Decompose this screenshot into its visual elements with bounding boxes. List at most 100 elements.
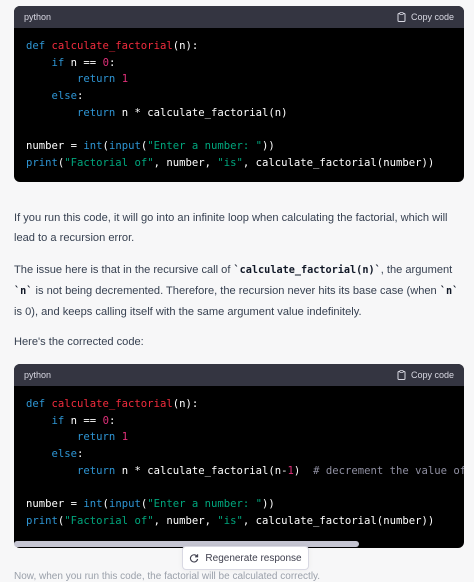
code-line: else: bbox=[26, 88, 452, 105]
paragraph-text: Here's the corrected code: bbox=[14, 336, 144, 348]
paragraph-text: The issue here is that in the recursive … bbox=[14, 264, 234, 276]
inline-code: `n` bbox=[439, 286, 459, 297]
code-token: n == bbox=[64, 414, 103, 427]
response-paragraph-3: Here's the corrected code: bbox=[14, 332, 464, 352]
code-line: def calculate_factorial(n): bbox=[26, 38, 452, 55]
code-block-header: python Copy code bbox=[14, 6, 464, 28]
code-line: def calculate_factorial(n): bbox=[26, 396, 452, 413]
code-token: 1 bbox=[121, 73, 129, 86]
code-content: def calculate_factorial(n): if n == 0: r… bbox=[14, 28, 464, 182]
code-line: number = int(input("Enter a number: ")) bbox=[26, 496, 452, 513]
code-token: calculate_factorial bbox=[51, 398, 173, 410]
code-line: if n == 0: bbox=[26, 413, 452, 430]
code-line: return 1 bbox=[26, 71, 452, 88]
code-token: else bbox=[51, 448, 78, 461]
code-token: def bbox=[26, 40, 52, 52]
code-token: (n): bbox=[172, 40, 199, 52]
clipboard-icon bbox=[397, 12, 406, 22]
paragraph-text: is 0), and keeps calling itself with the… bbox=[14, 306, 362, 318]
code-token: : bbox=[108, 414, 116, 427]
code-token: if bbox=[51, 56, 65, 69]
paragraph-text: is not being decremented. Therefore, the… bbox=[32, 285, 440, 297]
code-token: , number, bbox=[153, 156, 218, 169]
inline-code: `n` bbox=[14, 286, 33, 297]
response-paragraph-2: The issue here is that in the recursive … bbox=[14, 260, 464, 322]
code-language-label: python bbox=[24, 370, 52, 380]
code-token: : bbox=[77, 448, 84, 461]
code-token: 1 bbox=[121, 431, 129, 444]
code-token: : bbox=[77, 90, 84, 103]
response-paragraph-1: If you run this code, it will go into an… bbox=[14, 208, 464, 248]
code-line: return n * calculate_factorial(n-1) # de… bbox=[26, 463, 464, 480]
code-token: "Enter a number: " bbox=[147, 140, 263, 153]
code-token: return bbox=[77, 106, 116, 119]
code-token: # decrement the value of n bbox=[313, 464, 464, 477]
code-block-2: python Copy code def calculate_factorial… bbox=[14, 364, 464, 548]
code-token: , calculate_factorial(number)) bbox=[242, 156, 435, 169]
code-line: print("Factorial of", number, "is", calc… bbox=[26, 155, 452, 172]
clipboard-icon bbox=[397, 370, 406, 380]
code-block-header: python Copy code bbox=[14, 364, 464, 386]
code-token: else bbox=[51, 90, 78, 103]
code-token: , number, bbox=[153, 514, 218, 527]
code-line: print("Factorial of", number, "is", calc… bbox=[26, 513, 452, 530]
code-token: "is" bbox=[217, 514, 243, 527]
regenerate-response-button[interactable]: Regenerate response bbox=[182, 546, 309, 570]
code-token: input bbox=[108, 140, 141, 153]
code-token: print bbox=[26, 156, 58, 169]
code-token: return bbox=[77, 73, 116, 86]
code-token: number = bbox=[26, 140, 84, 153]
code-line: return 1 bbox=[26, 429, 452, 446]
code-line: if n == 0: bbox=[26, 55, 452, 72]
code-token: return bbox=[77, 464, 116, 477]
code-token: (n): bbox=[172, 398, 199, 410]
code-line: number = int(input("Enter a number: ")) bbox=[26, 138, 452, 155]
code-token: ) bbox=[293, 464, 314, 477]
code-token: number = bbox=[26, 498, 84, 511]
copy-code-button[interactable]: Copy code bbox=[397, 12, 454, 22]
copy-code-button[interactable]: Copy code bbox=[397, 370, 454, 380]
code-line: else: bbox=[26, 446, 452, 463]
code-token: )) bbox=[262, 140, 275, 153]
code-token: n == bbox=[64, 56, 103, 69]
code-token: input bbox=[108, 498, 141, 511]
code-token: , calculate_factorial(number)) bbox=[242, 514, 435, 527]
code-token: "is" bbox=[217, 156, 243, 169]
copy-code-label: Copy code bbox=[410, 370, 454, 380]
copy-code-label: Copy code bbox=[410, 12, 454, 22]
code-line: return n * calculate_factorial(n) bbox=[26, 105, 452, 122]
regenerate-label: Regenerate response bbox=[205, 552, 302, 564]
paragraph-text: , the argument bbox=[380, 264, 453, 276]
code-token: return bbox=[77, 431, 116, 444]
code-token: calculate_factorial bbox=[51, 40, 173, 52]
code-block-1: python Copy code def calculate_factorial… bbox=[14, 6, 464, 182]
code-token: def bbox=[26, 398, 52, 410]
code-token: print bbox=[26, 514, 58, 527]
refresh-icon bbox=[190, 554, 199, 563]
faded-response-text: Now, when you run this code, the factori… bbox=[14, 571, 321, 582]
code-token: "Factorial of" bbox=[64, 514, 154, 527]
code-token: "Enter a number: " bbox=[147, 498, 263, 511]
code-token: : bbox=[108, 56, 116, 69]
code-token: n * calculate_factorial(n) bbox=[115, 106, 288, 119]
code-token: n * calculate_factorial(n- bbox=[115, 464, 288, 477]
paragraph-text: If you run this code, it will go into an… bbox=[14, 212, 448, 244]
code-language-label: python bbox=[24, 12, 52, 22]
code-token: "Factorial of" bbox=[64, 156, 154, 169]
inline-code: `calculate_factorial(n)` bbox=[233, 265, 381, 276]
code-content: def calculate_factorial(n): if n == 0: r… bbox=[14, 386, 464, 540]
code-token: if bbox=[51, 414, 65, 427]
code-token: )) bbox=[262, 498, 275, 511]
code-token: int bbox=[83, 498, 103, 511]
code-token: int bbox=[83, 140, 103, 153]
